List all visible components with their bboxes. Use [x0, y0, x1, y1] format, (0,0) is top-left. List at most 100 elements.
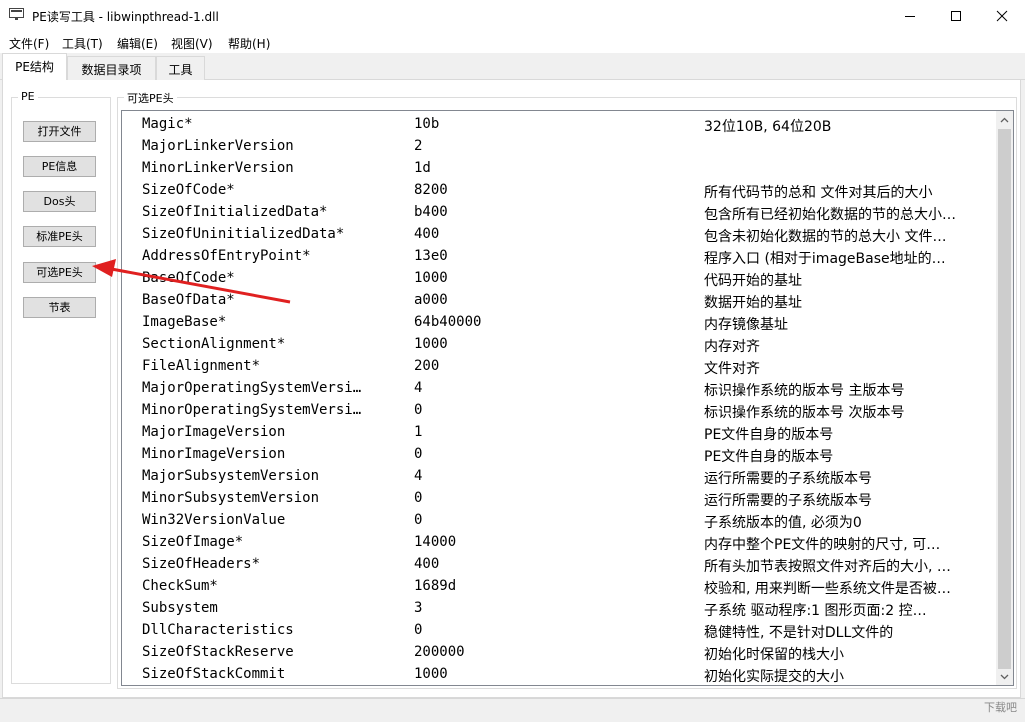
field-value: 8200 [414, 182, 448, 198]
dos-header-button[interactable]: Dos头 [23, 191, 96, 212]
title-bar[interactable]: PE读写工具 - libwinpthread-1.dll [0, 0, 1025, 31]
list-item[interactable]: SizeOfCode* 8200 所有代码节的总和 文件对其后的大小 [122, 179, 994, 201]
field-name: ImageBase* [142, 314, 227, 330]
tab-pe-structure[interactable]: PE结构 [2, 53, 67, 81]
list-item[interactable]: MajorLinkerVersion 2 [122, 135, 994, 157]
pe-info-button[interactable]: PE信息 [23, 156, 96, 177]
app-icon [9, 8, 24, 20]
list-item[interactable]: SizeOfUninitializedData* 400 包含未初始化数据的节的总大… [122, 223, 994, 245]
list-item[interactable]: SizeOfStackReserve 200000 初始化时保留的栈大小 [122, 641, 994, 663]
field-value: 0 [414, 622, 423, 638]
optional-pe-header-button[interactable]: 可选PE头 [23, 262, 96, 283]
field-value: 4 [414, 380, 423, 396]
field-name: MajorLinkerVersion [142, 138, 294, 154]
field-description: 内存对齐 [704, 339, 760, 355]
close-icon [996, 10, 1008, 21]
field-description: 初始化实际提交的大小 [704, 669, 844, 685]
field-name: SizeOfUninitializedData* [142, 226, 345, 242]
field-value: a000 [414, 292, 448, 308]
scroll-down-button[interactable] [996, 668, 1013, 685]
list-item[interactable]: SizeOfStackCommit 1000 初始化实际提交的大小 [122, 663, 994, 685]
vertical-scrollbar[interactable] [996, 111, 1013, 685]
list-item[interactable]: Subsystem 3 子系统 驱动程序:1 图形页面:2 控… [122, 597, 994, 619]
field-name: MinorImageVersion [142, 446, 286, 462]
app-window: PE读写工具 - libwinpthread-1.dll 文件(F) 工具(T)… [0, 0, 1025, 722]
list-item[interactable]: MajorImageVersion 1 PE文件自身的版本号 [122, 421, 994, 443]
field-value: 14000 [414, 534, 457, 550]
field-name: MajorOperatingSystemVersi… [142, 380, 362, 396]
menu-view[interactable]: 视图(V) [171, 35, 213, 52]
field-description: 校验和, 用来判断一些系统文件是否被… [704, 581, 951, 597]
field-description: 所有头加节表按照文件对齐后的大小, … [704, 559, 951, 575]
field-name: SectionAlignment* [142, 336, 286, 352]
field-value: 0 [414, 512, 423, 528]
list-item[interactable]: MinorOperatingSystemVersi… 0 标识操作系统的版本号 次版… [122, 399, 994, 421]
field-name: Win32VersionValue [142, 512, 286, 528]
field-value: 0 [414, 402, 423, 418]
field-value: 1000 [414, 336, 448, 352]
menu-help[interactable]: 帮助(H) [228, 35, 270, 52]
scroll-up-button[interactable] [996, 111, 1013, 128]
standard-pe-header-button[interactable]: 标准PE头 [23, 226, 96, 247]
scroll-thumb[interactable] [998, 129, 1011, 669]
minimize-icon [905, 15, 915, 17]
list-item[interactable]: BaseOfCode* 1000 代码开始的基址 [122, 267, 994, 289]
field-description: 标识操作系统的版本号 主版本号 [704, 383, 905, 399]
list-item[interactable]: BaseOfData* a000 数据开始的基址 [122, 289, 994, 311]
chevron-up-icon [1000, 117, 1009, 122]
menu-edit[interactable]: 编辑(E) [117, 35, 158, 52]
field-value: 200 [414, 358, 440, 374]
field-name: MinorOperatingSystemVersi… [142, 402, 362, 418]
field-name: SizeOfCode* [142, 182, 235, 198]
field-name: CheckSum* [142, 578, 218, 594]
tab-data-directory[interactable]: 数据目录项 [67, 56, 156, 80]
field-value: 1000 [414, 666, 448, 682]
field-description: 代码开始的基址 [704, 273, 802, 289]
list-item[interactable]: ImageBase* 64b40000 内存镜像基址 [122, 311, 994, 333]
field-description: PE文件自身的版本号 [704, 427, 834, 443]
list-item[interactable]: AddressOfEntryPoint* 13e0 程序入口 (相对于imageBa… [122, 245, 994, 267]
field-value: 1 [414, 424, 423, 440]
list-item[interactable]: CheckSum* 1689d 校验和, 用来判断一些系统文件是否被… [122, 575, 994, 597]
tab-tools[interactable]: 工具 [156, 56, 205, 80]
minimize-button[interactable] [887, 0, 933, 31]
list-item[interactable]: MinorImageVersion 0 PE文件自身的版本号 [122, 443, 994, 465]
list-item[interactable]: SizeOfInitializedData* b400 包含所有已经初始化数据的节的… [122, 201, 994, 223]
field-description: 运行所需要的子系统版本号 [704, 493, 872, 509]
list-item[interactable]: MinorSubsystemVersion 0 运行所需要的子系统版本号 [122, 487, 994, 509]
field-value: 1000 [414, 270, 448, 286]
status-bar: 下载吧 [0, 698, 1025, 722]
field-value: 1d [414, 160, 431, 176]
chevron-down-icon [1000, 674, 1009, 679]
list-item[interactable]: Win32VersionValue 0 子系统版本的值, 必须为0 [122, 509, 994, 531]
list-item[interactable]: FileAlignment* 200 文件对齐 [122, 355, 994, 377]
list-item[interactable]: SizeOfHeaders* 400 所有头加节表按照文件对齐后的大小, … [122, 553, 994, 575]
field-description: 数据开始的基址 [704, 295, 802, 311]
menu-file[interactable]: 文件(F) [9, 35, 49, 52]
field-description: 子系统版本的值, 必须为0 [704, 515, 862, 531]
field-value: 3 [414, 600, 423, 616]
field-name: DllCharacteristics [142, 622, 294, 638]
maximize-button[interactable] [933, 0, 979, 31]
section-table-button[interactable]: 节表 [23, 297, 96, 318]
list-item[interactable]: MinorLinkerVersion 1d [122, 157, 994, 179]
list-item[interactable]: DllCharacteristics 0 稳健特性, 不是针对DLL文件的 [122, 619, 994, 641]
field-description: 内存镜像基址 [704, 317, 788, 333]
field-name: SizeOfStackCommit [142, 666, 286, 682]
field-value: 4 [414, 468, 423, 484]
pe-group: PE [11, 90, 111, 684]
list-item[interactable]: MajorSubsystemVersion 4 运行所需要的子系统版本号 [122, 465, 994, 487]
optional-header-list[interactable]: Magic* 10b 32位10B, 64位20B MajorLinkerVersio… [121, 110, 1014, 686]
field-value: 10b [414, 116, 440, 132]
close-button[interactable] [979, 0, 1025, 31]
field-value: 13e0 [414, 248, 448, 264]
field-description: 程序入口 (相对于imageBase地址的… [704, 251, 946, 267]
field-name: BaseOfData* [142, 292, 235, 308]
open-file-button[interactable]: 打开文件 [23, 121, 96, 142]
list-item[interactable]: SizeOfImage* 14000 内存中整个PE文件的映射的尺寸, 可… [122, 531, 994, 553]
menu-tools[interactable]: 工具(T) [62, 35, 103, 52]
field-description: 32位10B, 64位20B [704, 119, 832, 135]
list-item[interactable]: MajorOperatingSystemVersi… 4 标识操作系统的版本号 主版… [122, 377, 994, 399]
list-item[interactable]: SectionAlignment* 1000 内存对齐 [122, 333, 994, 355]
list-item[interactable]: Magic* 10b 32位10B, 64位20B [122, 113, 994, 135]
